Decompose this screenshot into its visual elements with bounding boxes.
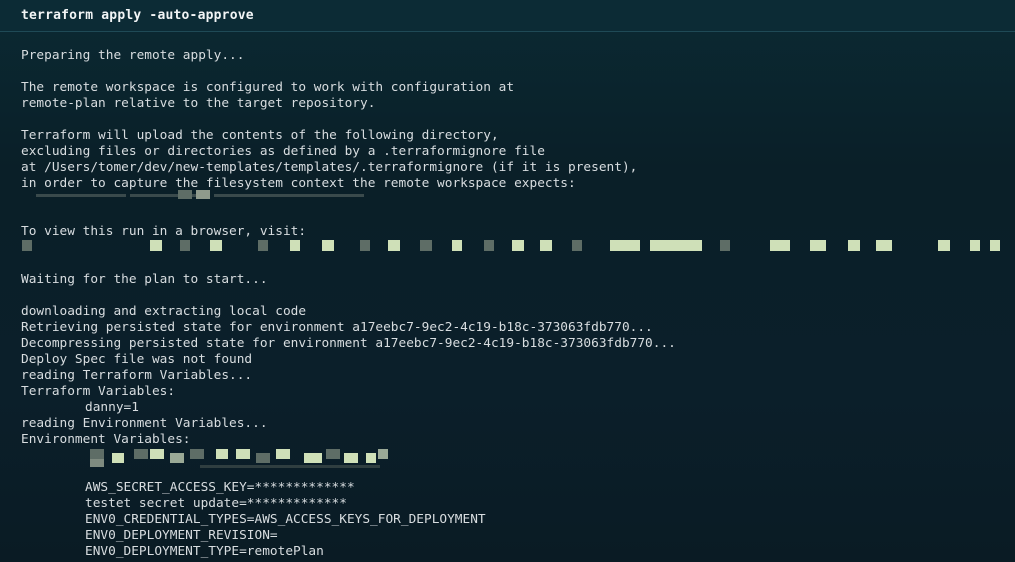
log-line: ENV0_DEPLOYMENT_TYPE=remotePlan (85, 544, 324, 559)
redaction-block (452, 240, 462, 251)
redaction-block (366, 453, 376, 463)
log-line: danny=1 (85, 400, 139, 415)
log-line: reading Environment Variables... (21, 416, 268, 431)
redaction-block (990, 240, 1000, 251)
log-line: Environment Variables: (21, 432, 191, 447)
redaction-block (512, 240, 524, 251)
redaction-block (970, 240, 980, 251)
redaction-block (36, 194, 126, 197)
redaction-block (770, 240, 790, 251)
redaction-block (326, 449, 340, 459)
redaction-block (190, 449, 204, 459)
redaction-block (484, 240, 494, 251)
redaction-block (378, 449, 388, 459)
redaction-block (720, 240, 730, 251)
redaction-block (200, 465, 380, 468)
log-blank-line (21, 208, 1011, 224)
log-line: AWS_SECRET_ACCESS_KEY=************* (85, 480, 355, 495)
log-line: To view this run in a browser, visit: (21, 224, 307, 239)
redacted-env-line (21, 464, 1011, 480)
redaction-block (236, 449, 250, 459)
log-line: ENV0_CREDENTIAL_TYPES=AWS_ACCESS_KEYS_FO… (85, 512, 486, 527)
log-line: remote-plan relative to the target repos… (21, 96, 376, 111)
log-line: Terraform will upload the contents of th… (21, 128, 499, 143)
log-line: in order to capture the filesystem conte… (21, 176, 576, 191)
log-line: downloading and extracting local code (21, 304, 307, 319)
log-blank-line (21, 256, 1011, 272)
redaction-block (572, 240, 582, 251)
redaction-block (810, 240, 826, 251)
redaction-block (210, 240, 222, 251)
redaction-block (420, 240, 432, 251)
redaction-block (938, 240, 950, 251)
redaction-block (360, 240, 370, 251)
log-line: Deploy Spec file was not found (21, 352, 253, 367)
redaction-block (214, 194, 364, 197)
redaction-block (134, 449, 148, 459)
redaction-block (112, 453, 124, 463)
log-line: reading Terraform Variables... (21, 368, 253, 383)
log-line: excluding files or directories as define… (21, 144, 545, 159)
redaction-block (322, 240, 334, 251)
log-line: testet secret update=************* (85, 496, 347, 511)
log-line: at /Users/tomer/dev/new-templates/templa… (21, 160, 638, 175)
redaction-block (150, 449, 164, 459)
redaction-block (276, 449, 290, 459)
log-line: Terraform Variables: (21, 384, 176, 399)
log-line: Retrieving persisted state for environme… (21, 320, 653, 335)
redaction-block (180, 240, 190, 251)
log-line: Preparing the remote apply... (21, 48, 245, 63)
log-line: ENV0_DEPLOYMENT_REVISION= (85, 528, 278, 543)
redaction-block (150, 240, 162, 251)
terminal-titlebar: terraform apply -auto-approve (0, 0, 1015, 32)
redaction-block (848, 240, 860, 251)
redaction-block (540, 240, 552, 251)
redaction-block (196, 190, 210, 199)
log-blank-line (21, 288, 1011, 304)
redaction-block (650, 240, 702, 251)
log-line: Waiting for the plan to start... (21, 272, 268, 287)
redaction-block (90, 449, 104, 459)
terminal-output: Preparing the remote apply... The remote… (21, 48, 1011, 560)
redaction-block (304, 453, 322, 463)
redaction-block (876, 240, 892, 251)
log-blank-line (21, 64, 1011, 80)
redaction-block (90, 459, 104, 467)
log-line: Decompressing persisted state for enviro… (21, 336, 676, 351)
redaction-block (22, 240, 32, 251)
redaction-block (388, 240, 400, 251)
redaction-block (256, 453, 270, 463)
redaction-block (216, 449, 228, 459)
redaction-block (258, 240, 268, 251)
log-blank-line (21, 112, 1011, 128)
redaction-block (178, 190, 192, 199)
redaction-block (290, 240, 300, 251)
redaction-block (344, 453, 358, 463)
redaction-block (170, 453, 184, 463)
terminal-title: terraform apply -auto-approve (21, 8, 254, 23)
log-line: The remote workspace is configured to wo… (21, 80, 515, 95)
redaction-block (610, 240, 640, 251)
